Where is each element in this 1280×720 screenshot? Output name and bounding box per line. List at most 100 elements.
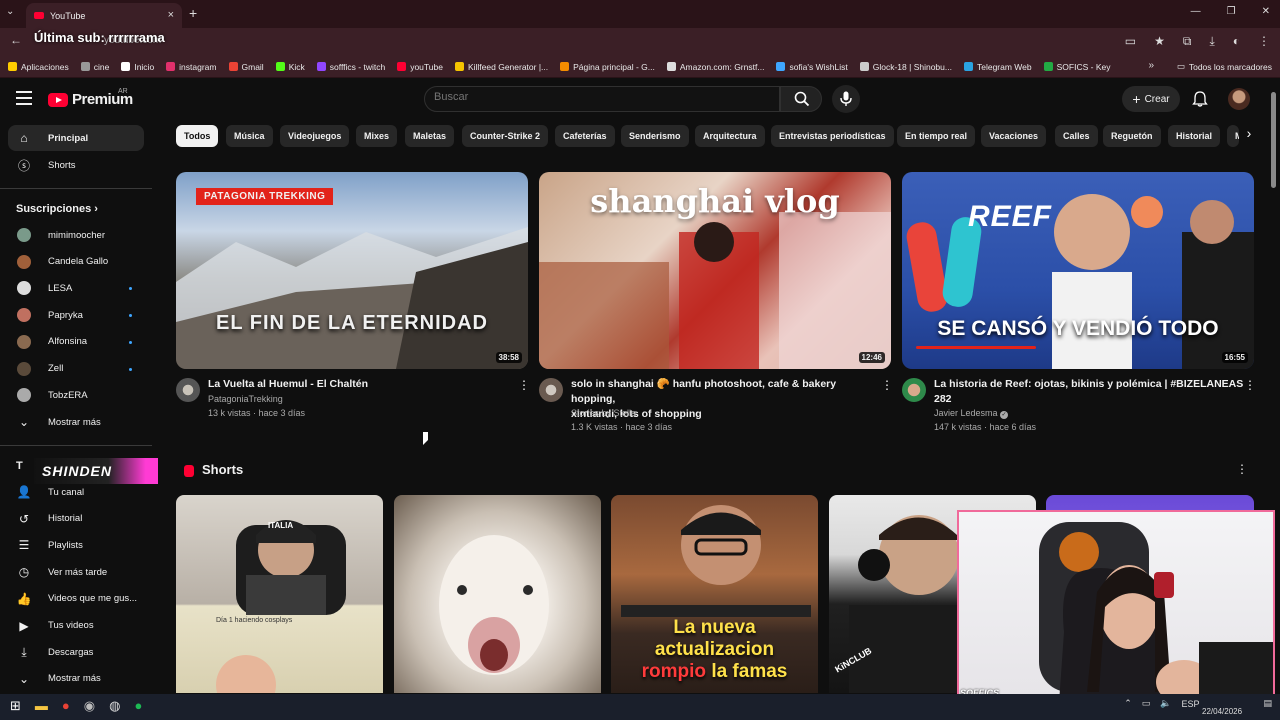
bookmark-item[interactable]: SOFICS - Key xyxy=(1043,62,1110,72)
bookmark-item[interactable]: instagram xyxy=(166,62,217,72)
tab-search-chevron-icon[interactable]: ⌄ xyxy=(6,6,14,17)
browser-tab-youtube[interactable]: YouTube × xyxy=(26,3,182,28)
sidebar-item-playlists[interactable]: ☰ Playlists xyxy=(8,532,144,558)
bookmark-item[interactable]: sofia's WishList xyxy=(776,62,848,72)
filter-chip[interactable]: Calles xyxy=(1055,125,1098,147)
volume-icon[interactable]: 🔈 xyxy=(1160,698,1171,709)
filter-chip[interactable]: Reguetón xyxy=(1103,125,1161,147)
bookmark-item[interactable]: Inicio xyxy=(121,62,154,72)
channel-avatar[interactable] xyxy=(176,378,200,402)
new-tab-button[interactable]: + xyxy=(189,5,197,21)
sidebar-item-downloads[interactable]: ⤓ Descargas xyxy=(8,639,144,665)
youtube-premium-logo[interactable]: Premium AR xyxy=(48,88,133,108)
video-title-3[interactable]: La historia de Reef: ojotas, bikinis y p… xyxy=(934,377,1244,407)
channel-avatar[interactable] xyxy=(539,378,563,402)
filter-chip[interactable]: Arquitectura xyxy=(695,125,765,147)
tab-close-icon[interactable]: × xyxy=(168,9,174,21)
filter-chip[interactable]: Entrevistas periodísticas xyxy=(771,125,894,147)
video-channel[interactable]: Javier Ledesma ✓ xyxy=(934,408,1009,419)
bookmark-item[interactable]: Kick xyxy=(275,62,305,72)
video-thumbnail-2[interactable]: shanghai vlog 12:46 xyxy=(539,172,891,369)
browser-menu-icon[interactable]: ⋮ xyxy=(1258,34,1270,49)
bookmark-item[interactable]: Killfeed Generator |... xyxy=(454,62,548,72)
tray-chevron-icon[interactable]: ⌃ xyxy=(1124,698,1132,709)
page-scrollbar[interactable] xyxy=(1271,92,1276,188)
extensions-icon[interactable]: ⧉ xyxy=(1183,34,1192,49)
close-window-icon[interactable]: ✕ xyxy=(1262,6,1270,17)
short-3[interactable]: La nueva actualizacion rompio la famas xyxy=(611,495,818,693)
keyboard-language[interactable]: ESP xyxy=(1181,699,1199,709)
video-title-1[interactable]: La Vuelta al Huemul - El Chaltén xyxy=(208,377,508,392)
bookmark-item[interactable]: Aplicaciones xyxy=(8,62,69,72)
voice-search-button[interactable] xyxy=(832,85,860,113)
shorts-menu-icon[interactable]: ⋮ xyxy=(1236,462,1248,476)
video-menu-icon[interactable]: ⋮ xyxy=(518,378,530,392)
bookmark-item[interactable]: Página principal - G... xyxy=(560,62,655,72)
network-icon[interactable]: ▭ xyxy=(1142,698,1151,709)
subscription-item[interactable]: Candela Gallo xyxy=(8,249,144,275)
filter-chip[interactable]: Vacaciones xyxy=(981,125,1047,147)
filter-chip[interactable]: Counter-Strike 2 xyxy=(462,125,549,147)
chrome-icon[interactable]: ● xyxy=(62,698,70,714)
filter-chip[interactable]: Todos xyxy=(176,125,219,147)
search-button[interactable] xyxy=(780,86,822,112)
video-thumbnail-3[interactable]: REEF SE CANSÓ Y VENDIÓ TODO 16:55 xyxy=(902,172,1254,369)
sidebar-item-liked[interactable]: 👍 Videos que me gus... xyxy=(8,586,144,612)
obs-icon[interactable]: ◍ xyxy=(109,698,120,714)
bookmarks-overflow-button[interactable]: » xyxy=(1148,60,1154,71)
bookmark-item[interactable]: cine xyxy=(80,62,109,72)
bookmark-item[interactable]: Glock-18 | Shinobu... xyxy=(859,62,952,72)
sidebar-item-shorts[interactable]: ⓢ Shorts xyxy=(8,152,144,178)
restore-icon[interactable]: ❐ xyxy=(1227,6,1236,17)
notifications-bell-icon[interactable] xyxy=(1192,91,1208,112)
subscription-item[interactable]: Papryka xyxy=(8,302,144,328)
chips-next-chevron-icon[interactable]: › xyxy=(1238,125,1260,147)
sidebar-item-watch-later[interactable]: ◷ Ver más tarde xyxy=(8,559,144,585)
sidebar-item-channel[interactable]: 👤 Tu canal xyxy=(8,479,144,505)
download-icon[interactable]: ⤓ xyxy=(1209,34,1214,49)
subscription-item[interactable]: Zell xyxy=(8,356,144,382)
spotify-icon[interactable]: ● xyxy=(134,698,142,714)
sidebar-item-your-videos[interactable]: ▶ Tus videos xyxy=(8,613,144,639)
subscription-item[interactable]: LESA xyxy=(8,275,144,301)
bookmark-item[interactable]: Telegram Web xyxy=(963,62,1032,72)
search-input[interactable] xyxy=(434,91,774,103)
back-icon[interactable]: ← xyxy=(10,33,22,47)
subscriptions-show-more[interactable]: ⌄ Mostrar más xyxy=(8,409,144,435)
windows-start-icon[interactable]: ⊞ xyxy=(10,698,21,714)
bookmark-item[interactable]: sofffics - twitch xyxy=(316,62,385,72)
all-bookmarks[interactable]: ▭ Todos los marcadores xyxy=(1177,61,1272,72)
sidebar-item-chevron-down[interactable]: ⌄ Mostrar más xyxy=(8,666,144,692)
filter-chip[interactable]: Mixes xyxy=(356,125,398,147)
cast-icon[interactable]: ▭ xyxy=(1125,34,1136,49)
bookmark-item[interactable]: Gmail xyxy=(228,62,264,72)
filter-chip[interactable]: Senderismo xyxy=(621,125,689,147)
video-channel[interactable]: PatagoniaTrekking xyxy=(208,394,283,404)
filter-chip[interactable]: Música xyxy=(226,125,273,147)
video-menu-icon[interactable]: ⋮ xyxy=(1244,378,1256,392)
short-2[interactable] xyxy=(394,495,601,693)
filter-chip[interactable]: En tiempo real xyxy=(897,125,976,147)
bookmark-item[interactable]: Amazon.com: Grnstf... xyxy=(666,62,764,72)
video-channel[interactable]: Stories by Stella xyxy=(571,408,636,418)
create-button[interactable]: + Crear xyxy=(1122,86,1180,112)
hamburger-menu-icon[interactable] xyxy=(16,91,32,109)
filter-chip[interactable]: Historial xyxy=(1168,125,1221,147)
sidebar-item-home[interactable]: ⌂ Principal xyxy=(8,125,144,151)
subscription-item[interactable]: Alfonsina xyxy=(8,329,144,355)
subscriptions-heading[interactable]: Suscripciones › xyxy=(16,203,98,215)
bookmark-item[interactable]: youTube xyxy=(397,62,443,72)
subscription-item[interactable]: TobzERA xyxy=(8,382,144,408)
sidebar-item-history[interactable]: ↺ Historial xyxy=(8,506,144,532)
you-section-heading[interactable]: T xyxy=(16,460,23,472)
filter-chip[interactable]: Maletas xyxy=(405,125,455,147)
short-1[interactable]: ITALIA Día 1 haciendo cosplays xyxy=(176,495,383,693)
filter-chip[interactable]: Videojuegos xyxy=(280,125,350,147)
channel-avatar[interactable] xyxy=(902,378,926,402)
subscription-item[interactable]: mimimoocher xyxy=(8,222,144,248)
video-menu-icon[interactable]: ⋮ xyxy=(881,378,893,392)
file-explorer-icon[interactable]: ▬ xyxy=(35,698,48,714)
bookmark-star-icon[interactable]: ★ xyxy=(1154,34,1165,49)
chrome-profile-icon[interactable]: ◉ xyxy=(84,698,95,714)
account-avatar[interactable] xyxy=(1228,88,1250,110)
